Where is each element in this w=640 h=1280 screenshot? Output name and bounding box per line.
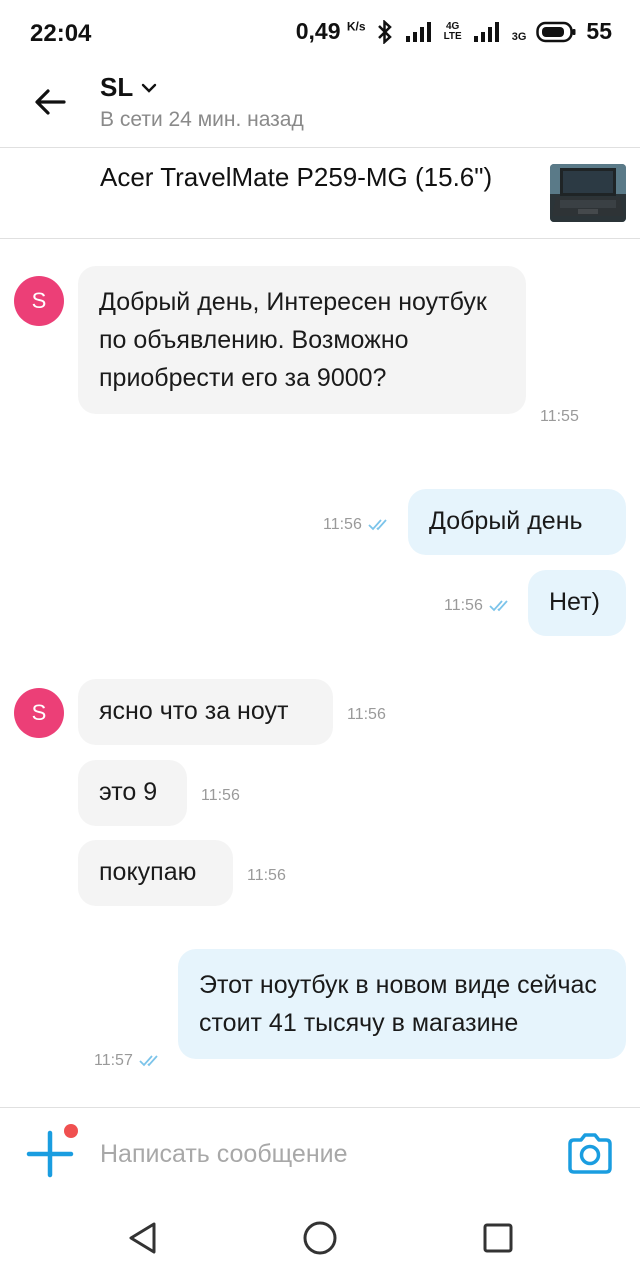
message-bubble[interactable]: это 9 bbox=[78, 760, 187, 826]
avatar: S bbox=[14, 688, 64, 738]
triangle-back-icon bbox=[129, 1222, 156, 1254]
chat-header: SL В сети 24 мин. назад bbox=[0, 66, 640, 148]
message-time: 11:57 bbox=[94, 1052, 163, 1070]
avatar: S bbox=[14, 276, 64, 326]
message-bubble[interactable]: Нет) bbox=[528, 570, 626, 636]
network-speed-unit: K/s bbox=[346, 19, 366, 34]
message-time: 11:56 bbox=[247, 867, 286, 884]
signal-icon bbox=[472, 20, 502, 44]
status-icons: 0,49 K/s 4G LTE 3G 55 bbox=[296, 18, 612, 45]
message-bubble[interactable]: Добрый день, Интересен ноутбук по объявл… bbox=[78, 266, 526, 414]
contact-name: SL bbox=[100, 72, 134, 102]
battery-icon bbox=[536, 21, 576, 43]
divider bbox=[0, 238, 640, 239]
notification-dot bbox=[64, 1124, 78, 1138]
message-input[interactable] bbox=[100, 1134, 530, 1174]
double-check-icon bbox=[139, 1055, 158, 1067]
nav-back-button[interactable] bbox=[122, 1218, 162, 1258]
compose-bar bbox=[0, 1108, 640, 1198]
back-button[interactable] bbox=[28, 80, 72, 124]
nav-home-button[interactable] bbox=[300, 1218, 340, 1258]
system-nav-bar bbox=[0, 1198, 640, 1280]
listing-title: Acer TravelMate P259-MG (15.6") bbox=[100, 162, 493, 192]
chevron-down-icon bbox=[142, 83, 157, 93]
network-speed: 0,49 K/s bbox=[295, 18, 366, 44]
nav-recents-button[interactable] bbox=[478, 1218, 518, 1258]
camera-icon bbox=[568, 1133, 612, 1174]
status-time: 22:04 bbox=[30, 20, 92, 47]
network-type-icon: 4G LTE bbox=[443, 20, 462, 42]
network-type-3g: 3G bbox=[511, 30, 527, 43]
message-time: 11:56 bbox=[201, 787, 240, 804]
double-check-icon bbox=[368, 519, 387, 531]
square-recents-icon bbox=[483, 1223, 513, 1253]
double-check-icon bbox=[489, 600, 508, 612]
bluetooth-icon bbox=[376, 19, 394, 44]
camera-button[interactable] bbox=[566, 1130, 614, 1178]
message-bubble[interactable]: ясно что за ноут bbox=[78, 679, 333, 745]
battery-level: 55 bbox=[586, 18, 612, 44]
message-bubble[interactable]: покупаю bbox=[78, 840, 233, 906]
circle-home-icon bbox=[303, 1221, 337, 1255]
message-bubble[interactable]: Этот ноутбук в новом виде сейчас стоит 4… bbox=[178, 949, 626, 1059]
contact-name-button[interactable]: SL bbox=[100, 72, 157, 103]
arrow-left-icon bbox=[35, 89, 66, 115]
status-bar: 22:04 0,49 K/s 4G LTE 3G 55 bbox=[0, 0, 640, 66]
listing-thumbnail bbox=[550, 164, 626, 222]
message-bubble[interactable]: Добрый день bbox=[408, 489, 626, 555]
message-time: 11:56 bbox=[323, 516, 392, 534]
message-time: 11:56 bbox=[444, 597, 513, 615]
message-time: 11:55 bbox=[540, 408, 579, 425]
signal-icon bbox=[404, 20, 434, 44]
listing-banner[interactable]: Acer TravelMate P259-MG (15.6") bbox=[0, 148, 640, 238]
message-time: 11:56 bbox=[347, 706, 386, 723]
contact-status: В сети 24 мин. назад bbox=[100, 108, 304, 131]
